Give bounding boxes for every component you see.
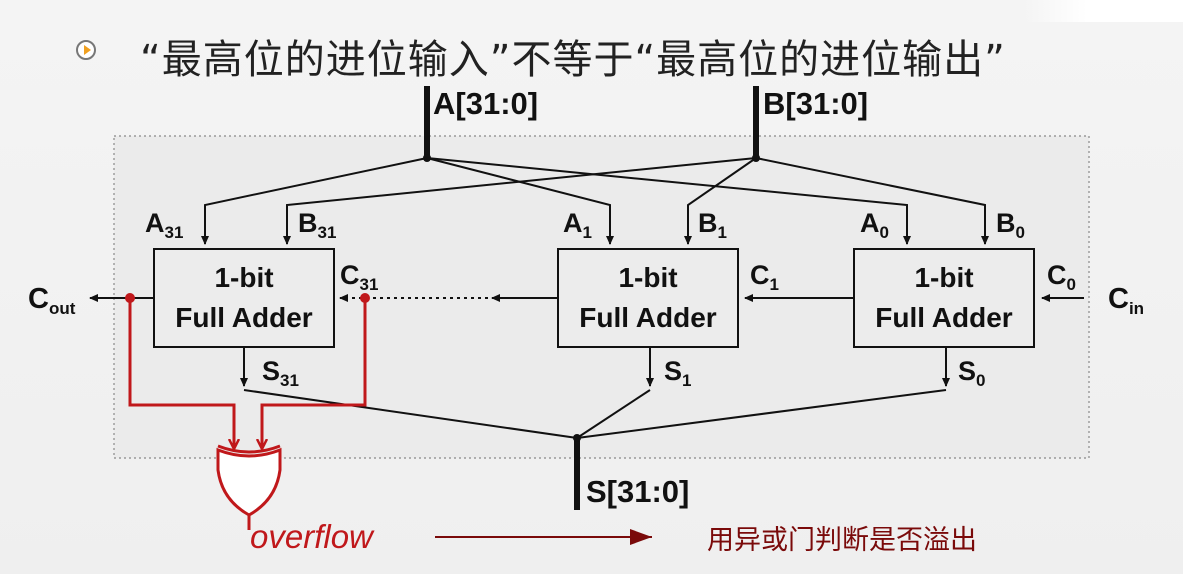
port-s0: S0 (958, 356, 986, 390)
port-cin: Cin (1108, 283, 1145, 318)
port-s31: S31 (262, 356, 299, 390)
port-c0: C0 (1047, 260, 1076, 294)
port-b0: B0 (996, 208, 1025, 242)
overflow-label: overflow (250, 518, 373, 555)
port-cout: Cout (28, 283, 76, 318)
bus-a-label: A[31:0] (433, 86, 539, 121)
full-adder-31-label: 1-bit Full Adder (175, 262, 313, 333)
xor-note: 用异或门判断是否溢出 (707, 525, 977, 556)
port-b1: B1 (698, 208, 727, 242)
port-c31: C31 (340, 260, 379, 294)
port-a1: A1 (563, 208, 592, 242)
port-b31: B31 (298, 208, 337, 242)
xor-gate-icon (216, 444, 282, 517)
port-c1: C1 (750, 260, 779, 294)
bus-s-label: S[31:0] (586, 474, 690, 509)
port-s1: S1 (664, 356, 692, 390)
port-a31: A31 (145, 208, 184, 242)
full-adder-0-label: 1-bit Full Adder (875, 262, 1013, 333)
full-adder-1-label: 1-bit Full Adder (579, 262, 717, 333)
port-a0: A0 (860, 208, 889, 242)
bus-b-label: B[31:0] (763, 86, 869, 121)
